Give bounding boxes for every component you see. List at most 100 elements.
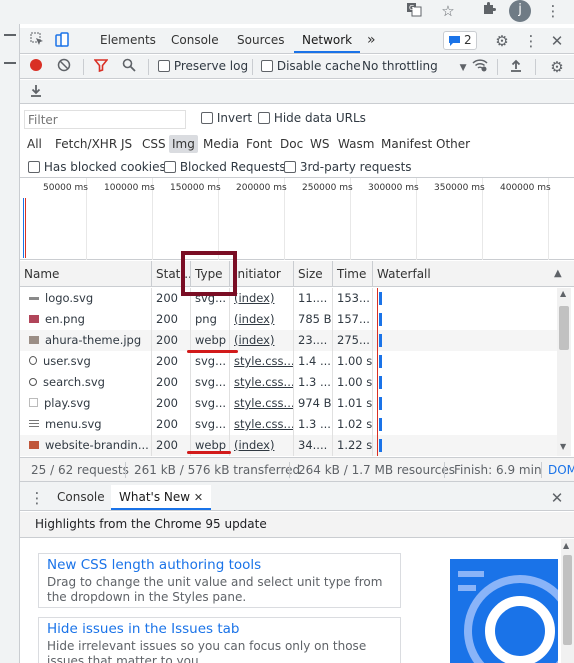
whats-new-card[interactable]: New CSS length authoring tools Drag to c… — [38, 553, 401, 608]
filter-type-font[interactable]: Font — [243, 135, 275, 153]
throttling-select[interactable]: No throttling ▼ — [362, 59, 467, 73]
preserve-log-checkbox[interactable]: Preserve log — [158, 59, 248, 73]
table-row[interactable]: menu.svg 200 svg... style.css... 1.3 ...… — [20, 414, 560, 435]
filter-type-ws[interactable]: WS — [307, 135, 332, 153]
filter-type-other[interactable]: Other — [433, 135, 473, 153]
scrollbar-thumb[interactable] — [563, 555, 572, 645]
column-name[interactable]: Name — [20, 261, 152, 287]
close-icon[interactable]: ✕ — [548, 32, 566, 50]
cell-initiator-link[interactable]: (index) — [230, 309, 294, 330]
table-row[interactable]: website-brandin... 200 webp (index) 34..… — [20, 435, 560, 456]
third-party-requests-checkbox[interactable]: 3rd-party requests — [284, 160, 412, 174]
divider — [148, 59, 149, 75]
divider — [289, 462, 290, 478]
column-time[interactable]: Time — [333, 261, 373, 287]
drawer-tab-console[interactable]: Console — [57, 485, 105, 510]
cell-initiator-link[interactable]: style.css... — [230, 372, 294, 393]
invert-label: Invert — [216, 111, 253, 125]
drawer-tab-whats-new[interactable]: What's New ✕ — [111, 485, 212, 510]
card-description: Drag to change the unit value and select… — [47, 575, 383, 604]
cell-initiator-link[interactable]: style.css... — [230, 393, 294, 414]
network-settings-gear-icon[interactable]: ⚙ — [548, 58, 566, 76]
star-icon[interactable]: ☆ — [438, 1, 458, 21]
table-scrollbar[interactable]: ▲ ▼ — [557, 288, 571, 456]
search-icon[interactable] — [120, 58, 138, 76]
cell-initiator-link[interactable]: (index) — [230, 435, 294, 456]
cell-time: 275... — [333, 330, 373, 351]
filter-type-fetch-xhr[interactable]: Fetch/XHR — [52, 135, 120, 153]
card-description: Hide irrelevant issues so you can focus … — [47, 639, 367, 663]
record-button[interactable] — [27, 58, 45, 76]
filter-funnel-icon[interactable] — [92, 58, 110, 76]
extensions-icon[interactable] — [478, 1, 498, 21]
network-conditions-icon[interactable] — [471, 58, 489, 76]
import-har-icon[interactable] — [507, 58, 525, 76]
inspect-element-icon[interactable] — [28, 32, 46, 50]
export-har-icon[interactable] — [27, 83, 45, 101]
cell-status: 200 — [152, 414, 191, 435]
issues-counter-button[interactable]: 2 — [443, 31, 477, 50]
cell-initiator-link[interactable]: (index) — [230, 288, 294, 309]
cell-status: 200 — [152, 393, 191, 414]
cell-name-text: menu.svg — [45, 417, 102, 431]
column-size[interactable]: Size — [294, 261, 333, 287]
device-toolbar-icon[interactable] — [53, 32, 71, 50]
divider — [497, 59, 498, 75]
network-overview[interactable]: 50000 ms 100000 ms 150000 ms 200000 ms 2… — [20, 178, 574, 260]
scroll-down-icon[interactable]: ▼ — [560, 442, 566, 451]
invert-checkbox[interactable]: Invert — [201, 111, 252, 125]
column-waterfall[interactable]: Waterfall ▲ — [373, 261, 574, 287]
filter-type-all[interactable]: All — [24, 135, 45, 153]
tab-elements[interactable]: Elements — [100, 28, 156, 53]
table-row[interactable]: ahura-theme.jpg 200 webp (index) 23.... … — [20, 330, 560, 351]
cell-initiator-link[interactable]: (index) — [230, 330, 294, 351]
column-initiator[interactable]: Initiator — [230, 261, 294, 287]
scroll-up-icon[interactable]: ▲ — [560, 289, 566, 298]
card-title[interactable]: Hide issues in the Issues tab — [47, 621, 392, 637]
drawer-scrollbar[interactable]: ▲ — [561, 539, 574, 663]
table-row[interactable]: user.svg 200 svg... style.css... 1.4 ...… — [20, 351, 560, 372]
more-vert-icon[interactable]: ⋮ — [543, 1, 563, 21]
blocked-requests-checkbox[interactable]: Blocked Requests — [164, 160, 286, 174]
filter-input[interactable] — [24, 110, 186, 129]
overview-tick-label: 250000 ms — [302, 183, 353, 193]
table-row[interactable]: search.svg 200 svg... style.css... 1.3 .… — [20, 372, 560, 393]
filter-type-img[interactable]: Img — [169, 135, 198, 153]
whats-new-card[interactable]: Hide issues in the Issues tab Hide irrel… — [38, 617, 401, 663]
browser-toolbar: G ☆ j ⋮ — [0, 0, 574, 24]
scrollbar-thumb[interactable] — [559, 306, 569, 350]
waterfall-bar — [379, 334, 382, 347]
more-vert-icon[interactable]: ⋮ — [522, 32, 540, 50]
filter-type-wasm[interactable]: Wasm — [335, 135, 377, 153]
close-drawer-icon[interactable]: ✕ — [548, 489, 566, 507]
tab-network[interactable]: Network — [294, 28, 361, 53]
clear-icon[interactable] — [55, 58, 73, 76]
filter-type-doc[interactable]: Doc — [277, 135, 306, 153]
hide-data-urls-checkbox[interactable]: Hide data URLs — [258, 111, 366, 125]
gutter-mark — [4, 34, 16, 36]
filter-type-css[interactable]: CSS — [139, 135, 169, 153]
waterfall-bar — [379, 397, 382, 410]
settings-gear-icon[interactable]: ⚙ — [493, 32, 511, 50]
table-row[interactable]: en.png 200 png (index) 785 B 157... — [20, 309, 560, 330]
cell-initiator-link[interactable]: style.css... — [230, 351, 294, 372]
table-row[interactable]: play.svg 200 svg... style.css... 974 B 1… — [20, 393, 560, 414]
avatar[interactable]: j — [509, 0, 531, 22]
disable-cache-checkbox[interactable]: Disable cache — [261, 59, 361, 73]
table-row[interactable]: logo.svg 200 svg... (index) 11.... 153..… — [20, 288, 560, 309]
close-tab-icon[interactable]: ✕ — [194, 491, 203, 504]
filter-type-js[interactable]: JS — [118, 135, 135, 153]
translate-icon[interactable]: G — [404, 1, 424, 21]
scroll-up-icon[interactable]: ▲ — [563, 541, 569, 550]
card-title[interactable]: New CSS length authoring tools — [47, 557, 392, 573]
waterfall-load-line — [377, 309, 378, 330]
tab-sources[interactable]: Sources — [237, 28, 284, 53]
more-tabs-icon[interactable]: » — [367, 28, 376, 53]
drawer-menu-icon[interactable]: ⋮ — [28, 489, 46, 507]
cell-initiator-link[interactable]: style.css... — [230, 414, 294, 435]
tab-console[interactable]: Console — [171, 28, 219, 53]
filter-type-media[interactable]: Media — [200, 135, 242, 153]
filter-type-manifest[interactable]: Manifest — [378, 135, 435, 153]
has-blocked-cookies-checkbox[interactable]: Has blocked cookies — [28, 160, 166, 174]
cell-name-text: ahura-theme.jpg — [45, 333, 142, 347]
